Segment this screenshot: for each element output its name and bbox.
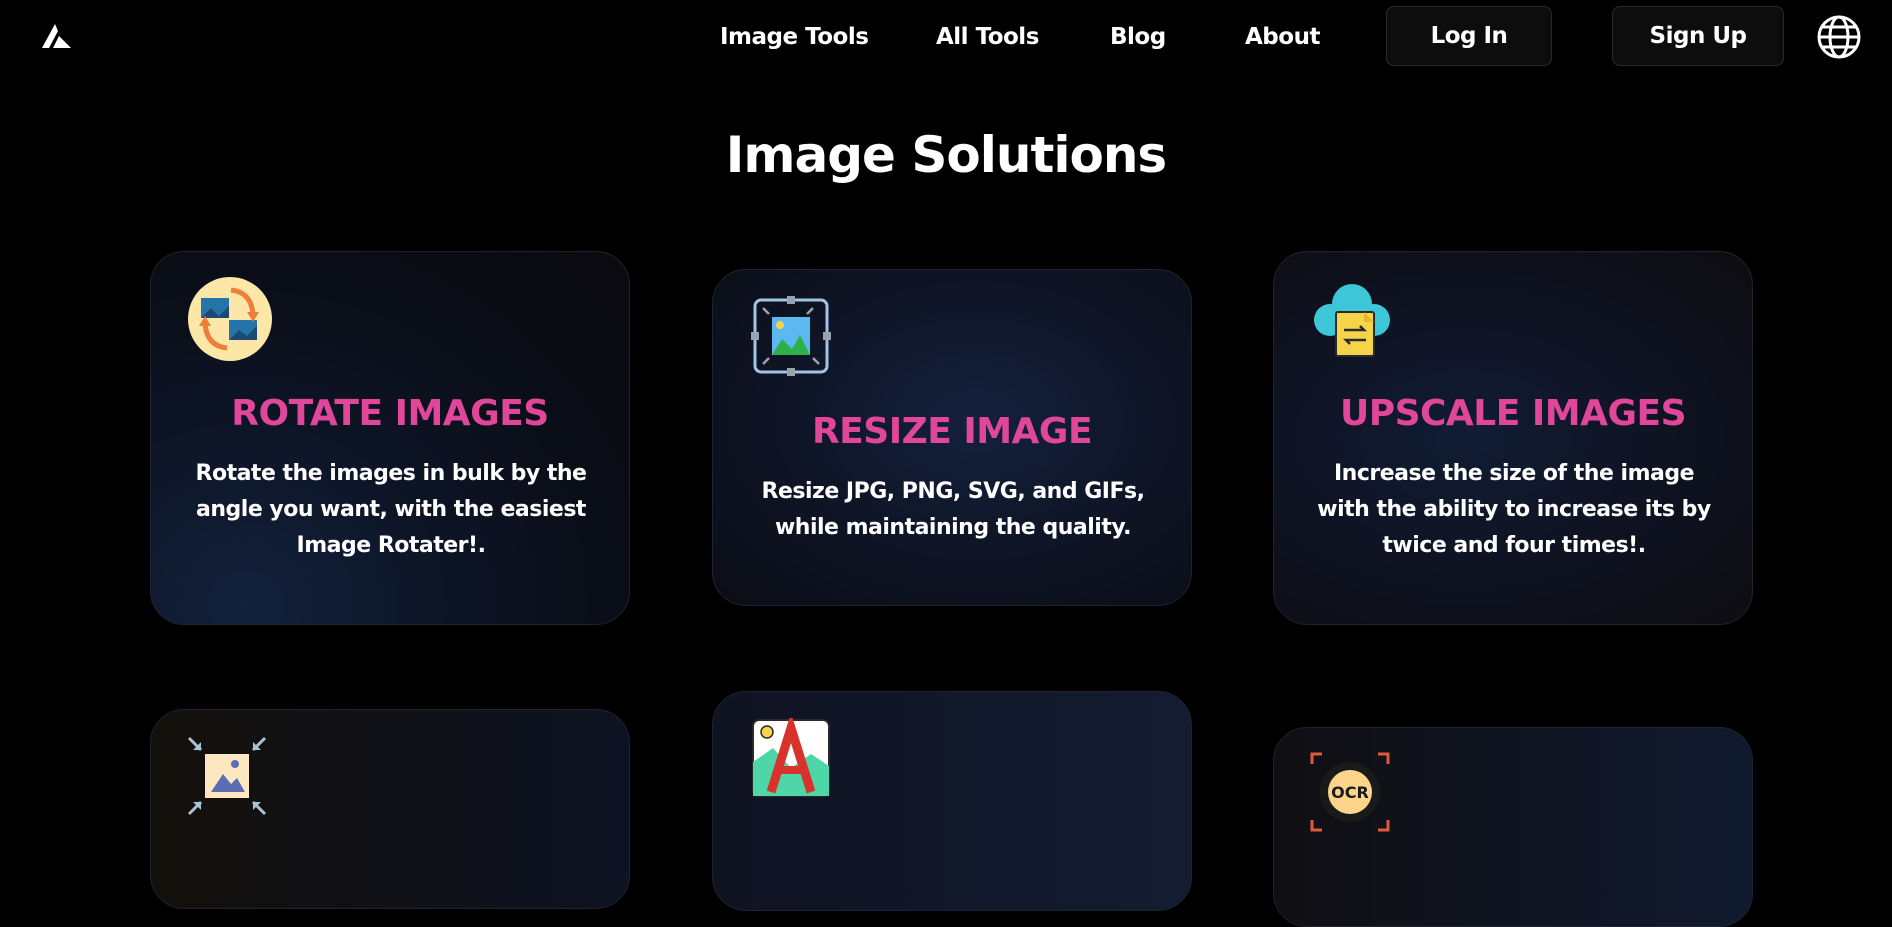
nav-all-tools[interactable]: All Tools <box>936 22 1039 52</box>
nav-blog[interactable]: Blog <box>1110 22 1166 52</box>
card-title: ROTATE IMAGES <box>231 393 549 434</box>
tool-card-compress[interactable] <box>150 709 630 909</box>
brand-logo-icon[interactable] <box>40 22 72 50</box>
card-description: Rotate the images in bulk by the angle y… <box>195 461 587 558</box>
page-title: Image Solutions <box>725 126 1167 184</box>
card-description: Resize JPG, PNG, SVG, and GIFs, while ma… <box>761 479 1145 540</box>
upscale-cloud-icon <box>1314 284 1390 357</box>
tool-card-text-on-image[interactable] <box>712 691 1192 911</box>
globe-icon[interactable] <box>1816 14 1862 60</box>
ocr-icon: OCR <box>1310 752 1390 832</box>
svg-text:OCR: OCR <box>1331 783 1369 802</box>
tool-card-upscale-images[interactable]: UPSCALE IMAGES Increase the size of the … <box>1273 251 1753 625</box>
card-description: Increase the size of the image with the … <box>1317 461 1711 558</box>
text-on-image-icon <box>752 718 830 797</box>
compress-image-icon <box>187 736 267 816</box>
signup-button[interactable]: Sign Up <box>1612 6 1784 66</box>
tool-card-rotate-images[interactable]: ROTATE IMAGES Rotate the images in bulk … <box>150 251 630 625</box>
card-title: UPSCALE IMAGES <box>1339 393 1687 434</box>
nav-about[interactable]: About <box>1245 22 1320 52</box>
rotate-images-icon <box>188 277 272 361</box>
card-title: RESIZE IMAGE <box>811 411 1093 452</box>
tool-card-resize-image[interactable]: RESIZE IMAGE Resize JPG, PNG, SVG, and G… <box>712 269 1192 606</box>
resize-image-icon <box>751 296 831 376</box>
tool-card-ocr[interactable]: OCR <box>1273 727 1753 927</box>
nav-image-tools[interactable]: Image Tools <box>720 22 869 52</box>
login-button[interactable]: Log In <box>1386 6 1552 66</box>
